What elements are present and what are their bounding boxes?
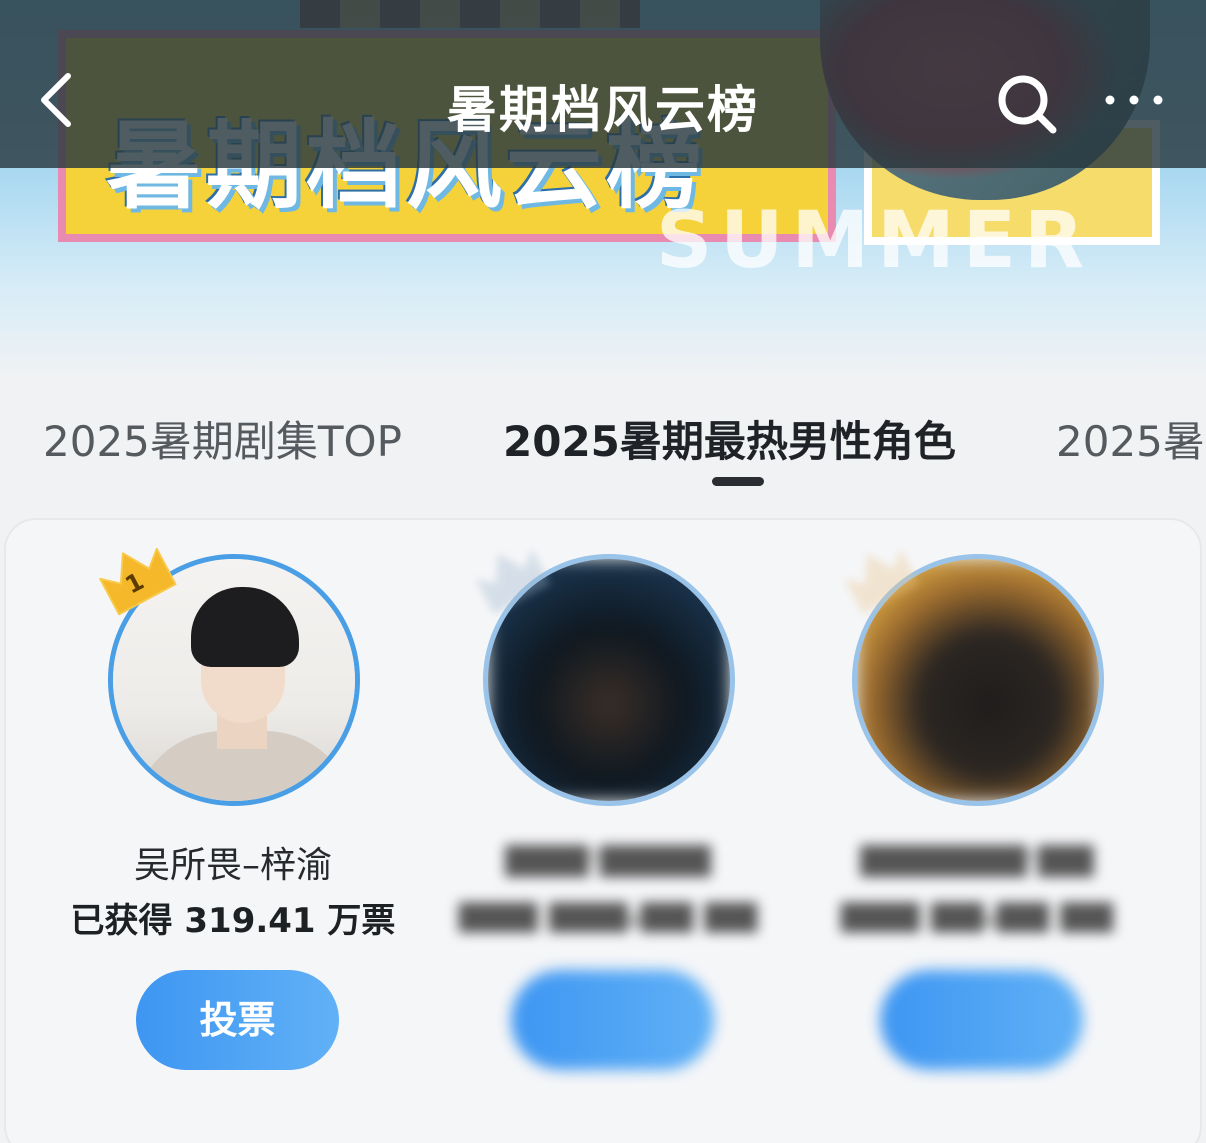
vote-button[interactable]: [880, 970, 1083, 1070]
candidate-name: 吴所畏–梓渝: [133, 845, 332, 886]
tab-summer-next[interactable]: 2025暑: [1056, 408, 1205, 469]
vote-count: ▆▆▆ ▆▆.▆▆ ▆▆: [841, 893, 1113, 933]
ranking-card: 1 吴所畏–梓渝 已获得 319.41 万票 投票 ▆▆▆·▆▆▆▆ ▆▆▆ ▆…: [4, 518, 1202, 1143]
vote-count: ▆▆▆ ▆▆▆.▆▆ ▆▆: [458, 893, 758, 933]
active-tab-indicator: [712, 477, 764, 486]
candidate-card: 1 吴所畏–梓渝 已获得 319.41 万票 投票: [68, 520, 398, 1120]
top-navigation-bar: 暑期档风云榜: [0, 0, 1206, 168]
candidate-card: ▆▆▆▆▆▆·▆▆ ▆▆▆ ▆▆.▆▆ ▆▆: [812, 520, 1142, 1120]
candidate-card: ▆▆▆·▆▆▆▆ ▆▆▆ ▆▆▆.▆▆ ▆▆: [443, 520, 773, 1120]
hero-summer-text: SUMMER: [656, 196, 1093, 286]
search-button[interactable]: [995, 72, 1059, 136]
vote-count: 已获得 319.41 万票: [70, 901, 396, 941]
vote-button[interactable]: 投票: [136, 970, 339, 1070]
more-button[interactable]: [1102, 78, 1166, 122]
category-tabs: 2025暑期剧集TOP 2025暑期最热男性角色 2025暑: [0, 400, 1206, 490]
search-icon: [998, 75, 1057, 134]
tab-hottest-male-character[interactable]: 2025暑期最热男性角色: [503, 408, 956, 469]
candidate-name: ▆▆▆▆▆▆·▆▆: [860, 836, 1094, 877]
candidate-name: ▆▆▆·▆▆▆▆: [505, 836, 711, 877]
vote-button[interactable]: [511, 970, 714, 1070]
tab-summer-drama-top[interactable]: 2025暑期剧集TOP: [43, 408, 402, 469]
more-horizontal-icon: [1105, 95, 1163, 105]
